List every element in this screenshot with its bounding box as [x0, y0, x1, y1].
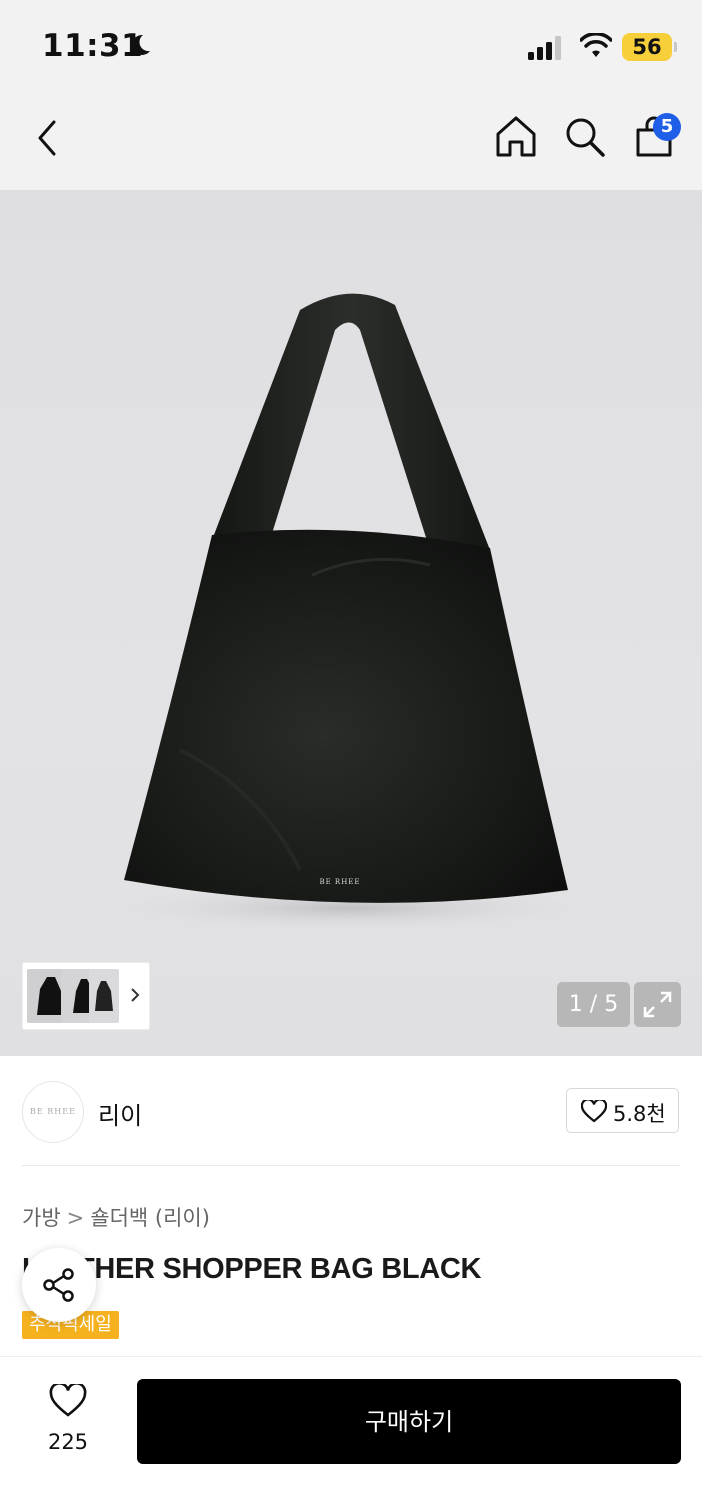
fullscreen-button[interactable]: [634, 982, 681, 1027]
breadcrumb: 가방 > 숄더백 (리이): [22, 1202, 210, 1232]
breadcrumb-separator: >: [66, 1206, 85, 1230]
moon-icon: [132, 34, 150, 55]
battery-indicator: 56: [622, 33, 672, 61]
bag-photo: BE RHEE: [100, 293, 600, 932]
brand-logo[interactable]: BE RHEE: [22, 1081, 84, 1143]
expand-icon: [643, 991, 672, 1018]
brand-like-count: 5.8천: [613, 1102, 666, 1126]
thumbnail-3[interactable]: [89, 969, 119, 1023]
heart-icon: [581, 1100, 607, 1123]
status-bar: 11:31 56: [0, 0, 702, 95]
product-image[interactable]: BE RHEE: [0, 190, 702, 1056]
cart-count-badge: 5: [653, 113, 681, 141]
brand-name[interactable]: 리이: [98, 1096, 142, 1131]
chevron-right-icon[interactable]: [130, 984, 140, 1006]
heart-icon: [49, 1384, 87, 1417]
buy-button[interactable]: 구매하기: [137, 1379, 681, 1464]
bag-logo-text: BE RHEE: [319, 878, 360, 886]
wifi-icon: [580, 33, 612, 57]
wishlist-count: 225: [47, 1430, 89, 1454]
share-icon: [43, 1268, 74, 1302]
wishlist-button[interactable]: 225: [30, 1380, 106, 1460]
brand-like-button[interactable]: 5.8천: [566, 1088, 679, 1133]
cellular-signal-icon: [528, 36, 561, 60]
back-arrow-icon[interactable]: [30, 118, 64, 158]
divider: [22, 1165, 680, 1166]
breadcrumb-subcategory[interactable]: 숄더백 (리이): [90, 1206, 210, 1230]
breadcrumb-category[interactable]: 가방: [22, 1206, 61, 1230]
battery-tip: [674, 42, 677, 52]
home-icon[interactable]: [494, 114, 538, 158]
share-button[interactable]: [22, 1248, 96, 1322]
image-page-counter: 1 / 5: [557, 982, 630, 1027]
search-icon[interactable]: [564, 116, 606, 158]
